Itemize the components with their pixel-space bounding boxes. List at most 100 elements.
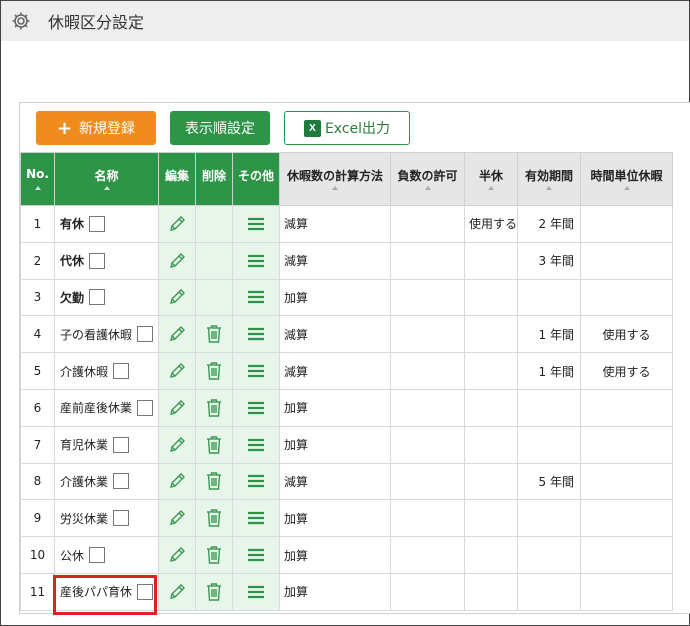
calc-method-cell: 減算 bbox=[279, 352, 391, 390]
pencil-icon[interactable] bbox=[167, 361, 187, 381]
table-row: 6 産前産後休業 加算 bbox=[20, 388, 673, 427]
menu-icon[interactable] bbox=[246, 510, 266, 526]
trash-icon[interactable] bbox=[205, 435, 223, 455]
validity-cell bbox=[517, 572, 581, 611]
pencil-icon[interactable] bbox=[167, 435, 187, 455]
col-name[interactable]: 名称 bbox=[54, 152, 159, 206]
half-day-cell bbox=[464, 388, 518, 427]
validity-cell bbox=[517, 536, 581, 574]
validity-cell bbox=[517, 388, 581, 427]
new-registration-label: 新規登録 bbox=[79, 121, 136, 137]
calc-method-cell: 減算 bbox=[279, 462, 391, 501]
negative-allowed-cell bbox=[390, 572, 465, 611]
row-no: 7 bbox=[20, 425, 55, 464]
calc-method-cell: 減算 bbox=[279, 315, 391, 354]
negative-allowed-cell bbox=[390, 388, 465, 427]
row-no: 9 bbox=[20, 499, 55, 538]
pencil-icon[interactable] bbox=[167, 508, 187, 528]
edit-cell bbox=[158, 462, 196, 501]
negative-allowed-cell bbox=[390, 425, 465, 464]
row-name-cell: 産前産後休業 bbox=[54, 388, 159, 427]
col-half-day[interactable]: 半休 bbox=[464, 152, 518, 206]
pencil-icon[interactable] bbox=[167, 324, 187, 344]
other-cell bbox=[232, 352, 280, 390]
hourly-leave-cell bbox=[580, 462, 673, 501]
trash-icon[interactable] bbox=[205, 471, 223, 491]
table-row: 5 介護休暇 減算 1 年間 使用する bbox=[20, 352, 673, 390]
display-order-button[interactable]: 表示順設定 bbox=[170, 111, 270, 145]
trash-icon[interactable] bbox=[205, 545, 223, 565]
row-no: 2 bbox=[20, 241, 55, 280]
row-checkbox[interactable] bbox=[113, 436, 130, 453]
row-checkbox[interactable] bbox=[137, 399, 154, 416]
menu-icon[interactable] bbox=[246, 547, 266, 563]
calc-method-cell: 減算 bbox=[279, 205, 391, 243]
col-calc-method[interactable]: 休暇数の計算方法 bbox=[279, 152, 391, 206]
col-hourly-leave[interactable]: 時間単位休暇 bbox=[580, 152, 673, 206]
row-checkbox[interactable] bbox=[89, 547, 106, 564]
trash-icon[interactable] bbox=[205, 582, 223, 602]
col-edit: 編集 bbox=[158, 152, 196, 206]
new-registration-button[interactable]: + 新規登録 bbox=[36, 111, 156, 145]
other-cell bbox=[232, 388, 280, 427]
excel-export-button[interactable]: X Excel出力 bbox=[284, 111, 410, 145]
col-validity[interactable]: 有効期間 bbox=[517, 152, 581, 206]
row-checkbox[interactable] bbox=[137, 326, 154, 343]
menu-icon[interactable] bbox=[246, 289, 266, 305]
row-checkbox[interactable] bbox=[89, 289, 106, 306]
row-checkbox[interactable] bbox=[113, 363, 130, 380]
trash-icon[interactable] bbox=[205, 398, 223, 418]
hourly-leave-cell bbox=[580, 572, 673, 611]
edit-cell bbox=[158, 205, 196, 243]
edit-cell bbox=[158, 388, 196, 427]
row-checkbox[interactable] bbox=[89, 215, 106, 232]
half-day-cell bbox=[464, 278, 518, 317]
col-negative-allowed[interactable]: 負数の許可 bbox=[390, 152, 465, 206]
hourly-leave-cell bbox=[580, 425, 673, 464]
calc-method-cell: 加算 bbox=[279, 499, 391, 538]
menu-icon[interactable] bbox=[246, 253, 266, 269]
pencil-icon[interactable] bbox=[167, 251, 187, 271]
delete-cell bbox=[195, 205, 233, 243]
table-row: 1 有休 減算 使用する 2 年間 bbox=[20, 205, 673, 243]
trash-icon[interactable] bbox=[205, 324, 223, 344]
menu-icon[interactable] bbox=[246, 584, 266, 600]
delete-cell bbox=[195, 499, 233, 538]
menu-icon[interactable] bbox=[246, 216, 266, 232]
pencil-icon[interactable] bbox=[167, 214, 187, 234]
row-name-cell: 代休 bbox=[54, 241, 159, 280]
hourly-leave-cell bbox=[580, 499, 673, 538]
row-checkbox[interactable] bbox=[89, 252, 106, 269]
pencil-icon[interactable] bbox=[167, 287, 187, 307]
calc-method-cell: 加算 bbox=[279, 388, 391, 427]
delete-cell bbox=[195, 536, 233, 574]
calc-method-cell: 加算 bbox=[279, 425, 391, 464]
pencil-icon[interactable] bbox=[167, 582, 187, 602]
row-checkbox[interactable] bbox=[113, 510, 130, 527]
row-checkbox[interactable] bbox=[113, 473, 130, 490]
menu-icon[interactable] bbox=[246, 473, 266, 489]
menu-icon[interactable] bbox=[246, 400, 266, 416]
negative-allowed-cell bbox=[390, 241, 465, 280]
menu-icon[interactable] bbox=[246, 363, 266, 379]
menu-icon[interactable] bbox=[246, 437, 266, 453]
delete-cell bbox=[195, 572, 233, 611]
hourly-leave-cell bbox=[580, 536, 673, 574]
row-checkbox[interactable] bbox=[137, 583, 154, 600]
pencil-icon[interactable] bbox=[167, 471, 187, 491]
delete-cell bbox=[195, 278, 233, 317]
validity-cell: 2 年間 bbox=[517, 205, 581, 243]
validity-cell: 5 年間 bbox=[517, 462, 581, 501]
row-no: 5 bbox=[20, 352, 55, 390]
edit-cell bbox=[158, 241, 196, 280]
col-no[interactable]: No. bbox=[20, 152, 55, 206]
half-day-cell bbox=[464, 425, 518, 464]
hourly-leave-cell bbox=[580, 388, 673, 427]
edit-cell bbox=[158, 278, 196, 317]
other-cell bbox=[232, 572, 280, 611]
menu-icon[interactable] bbox=[246, 326, 266, 342]
trash-icon[interactable] bbox=[205, 361, 223, 381]
trash-icon[interactable] bbox=[205, 508, 223, 528]
pencil-icon[interactable] bbox=[167, 398, 187, 418]
pencil-icon[interactable] bbox=[167, 545, 187, 565]
